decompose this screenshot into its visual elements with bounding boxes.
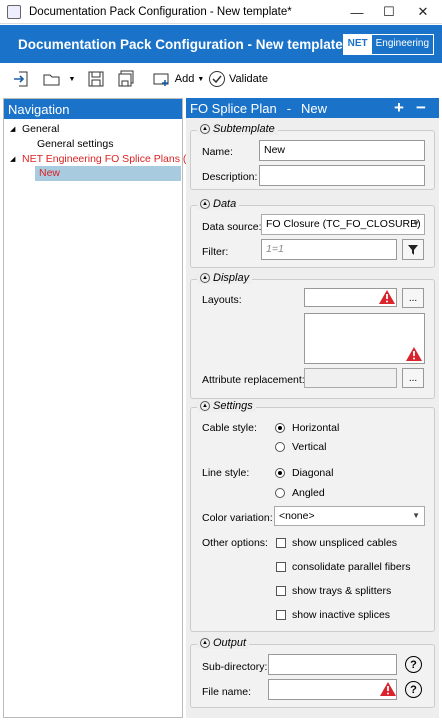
- maximize-button[interactable]: ☐: [372, 0, 406, 24]
- line-diagonal-radio[interactable]: [275, 468, 285, 478]
- show-inactive-checkbox[interactable]: [276, 610, 286, 620]
- help-icon[interactable]: ?: [405, 681, 422, 698]
- cable-horizontal-radio[interactable]: [275, 423, 285, 433]
- app-icon: [7, 4, 21, 19]
- subdirectory-input[interactable]: [268, 654, 397, 675]
- other-options-label: Other options:: [202, 537, 268, 549]
- show-inactive-label[interactable]: show inactive splices: [292, 609, 390, 621]
- color-variation-label: Color variation:: [202, 512, 273, 524]
- minimize-button[interactable]: —: [340, 0, 374, 24]
- validate-button[interactable]: Validate: [208, 67, 268, 91]
- header-title: Documentation Pack Configuration - New t…: [18, 36, 349, 52]
- expand-icon[interactable]: ◢: [10, 155, 15, 163]
- panel-header: FO Splice Plan - New + −: [186, 98, 439, 118]
- data-group: ▲ Data Data source: FO Closure (TC_FO_CLO…: [190, 198, 435, 268]
- navigation-panel: Navigation ◢ General General settings ◢ …: [3, 98, 196, 718]
- consolidate-fibers-label[interactable]: consolidate parallel fibers: [292, 561, 410, 573]
- window-title: Documentation Pack Configuration - New t…: [29, 5, 292, 18]
- tree-item-fo-splice-plans[interactable]: NET Engineering FO Splice Plans (1): [22, 153, 196, 165]
- description-label: Description:: [202, 171, 258, 183]
- cable-vertical-label[interactable]: Vertical: [292, 441, 326, 453]
- add-subtemplate-button[interactable]: +: [394, 98, 404, 118]
- navigation-title: Navigation: [4, 99, 182, 119]
- net-engineering-logo: NET Engineering: [342, 34, 434, 55]
- attribute-replacement-label: Attribute replacement:: [202, 374, 305, 386]
- output-collapse[interactable]: ▲ Output: [197, 637, 250, 649]
- layouts-label: Layouts:: [202, 294, 242, 306]
- datasource-label: Data source:: [202, 221, 262, 233]
- save-all-icon[interactable]: [114, 67, 138, 91]
- subdirectory-label: Sub-directory:: [202, 661, 268, 673]
- filename-label: File name:: [202, 686, 252, 698]
- app-header: Documentation Pack Configuration - New t…: [0, 25, 442, 63]
- output-group: ▲ Output Sub-directory: ? File name: ?: [190, 637, 435, 708]
- expand-icon[interactable]: ◢: [10, 125, 15, 133]
- consolidate-fibers-checkbox[interactable]: [276, 562, 286, 572]
- description-input[interactable]: [259, 165, 425, 186]
- chevron-down-icon[interactable]: ▼: [66, 67, 78, 91]
- cable-horizontal-label[interactable]: Horizontal: [292, 422, 339, 434]
- open-folder-icon[interactable]: [40, 67, 64, 91]
- filename-input[interactable]: [268, 679, 397, 700]
- tree-item-new[interactable]: New: [35, 166, 181, 181]
- layouts-browse-button[interactable]: ...: [402, 288, 424, 308]
- cable-style-label: Cable style:: [202, 422, 257, 434]
- show-unspliced-label[interactable]: show unspliced cables: [292, 537, 397, 549]
- display-collapse[interactable]: ▲ Display: [197, 272, 253, 284]
- import-icon[interactable]: [8, 67, 32, 91]
- line-angled-label[interactable]: Angled: [292, 487, 325, 499]
- help-icon[interactable]: ?: [405, 656, 422, 673]
- cable-vertical-radio[interactable]: [275, 442, 285, 452]
- name-label: Name:: [202, 146, 233, 158]
- warning-icon: [380, 682, 396, 696]
- collapse-icon: ▲: [200, 199, 210, 209]
- chevron-down-icon: ▼: [412, 219, 420, 228]
- collapse-icon: ▲: [200, 638, 210, 648]
- line-diagonal-label[interactable]: Diagonal: [292, 467, 333, 479]
- add-button[interactable]: Add ▼: [148, 67, 208, 91]
- filter-input[interactable]: 1=1: [261, 239, 397, 260]
- show-unspliced-checkbox[interactable]: [276, 538, 286, 548]
- color-variation-select[interactable]: <none> ▼: [274, 506, 425, 526]
- settings-group: ▲ Settings Cable style: Horizontal Vertic…: [190, 400, 435, 632]
- subtemplate-panel: FO Splice Plan - New + − ▲ Subtemplate Na…: [186, 98, 439, 718]
- attribute-replacement-input[interactable]: [304, 368, 397, 388]
- show-trays-checkbox[interactable]: [276, 586, 286, 596]
- name-input[interactable]: New: [259, 140, 425, 161]
- display-group: ▲ Display Layouts: ... Attribute replacem…: [190, 272, 435, 399]
- filter-button[interactable]: [402, 239, 424, 260]
- remove-subtemplate-button[interactable]: −: [416, 98, 426, 118]
- tree-item-general-settings[interactable]: General settings: [37, 138, 113, 150]
- subtemplate-collapse[interactable]: ▲ Subtemplate: [197, 123, 278, 135]
- attribute-browse-button[interactable]: ...: [402, 368, 424, 388]
- line-style-label: Line style:: [202, 467, 250, 479]
- data-collapse[interactable]: ▲ Data: [197, 198, 240, 210]
- collapse-icon: ▲: [200, 124, 210, 134]
- warning-icon: [379, 290, 395, 304]
- save-icon[interactable]: [84, 67, 108, 91]
- window-titlebar: Documentation Pack Configuration - New t…: [0, 0, 442, 24]
- panel-subtitle: New: [301, 100, 328, 116]
- close-button[interactable]: ✕: [406, 0, 440, 24]
- warning-icon: [406, 347, 422, 361]
- collapse-icon: ▲: [200, 401, 210, 411]
- settings-collapse[interactable]: ▲ Settings: [197, 400, 256, 412]
- tree-item-general[interactable]: General: [22, 123, 59, 135]
- panel-title: FO Splice Plan: [190, 100, 277, 116]
- subtemplate-group: ▲ Subtemplate Name: New Description:: [190, 123, 435, 190]
- filter-icon: [408, 244, 418, 255]
- line-angled-radio[interactable]: [275, 488, 285, 498]
- chevron-down-icon: ▼: [412, 511, 420, 520]
- show-trays-label[interactable]: show trays & splitters: [292, 585, 391, 597]
- chevron-down-icon: ▼: [197, 75, 205, 83]
- collapse-icon: ▲: [200, 273, 210, 283]
- datasource-select[interactable]: FO Closure (TC_FO_CLOSURE) ▼: [261, 214, 425, 235]
- filter-label: Filter:: [202, 246, 229, 258]
- toolbar: ▼ Add ▼ Validate: [0, 63, 442, 95]
